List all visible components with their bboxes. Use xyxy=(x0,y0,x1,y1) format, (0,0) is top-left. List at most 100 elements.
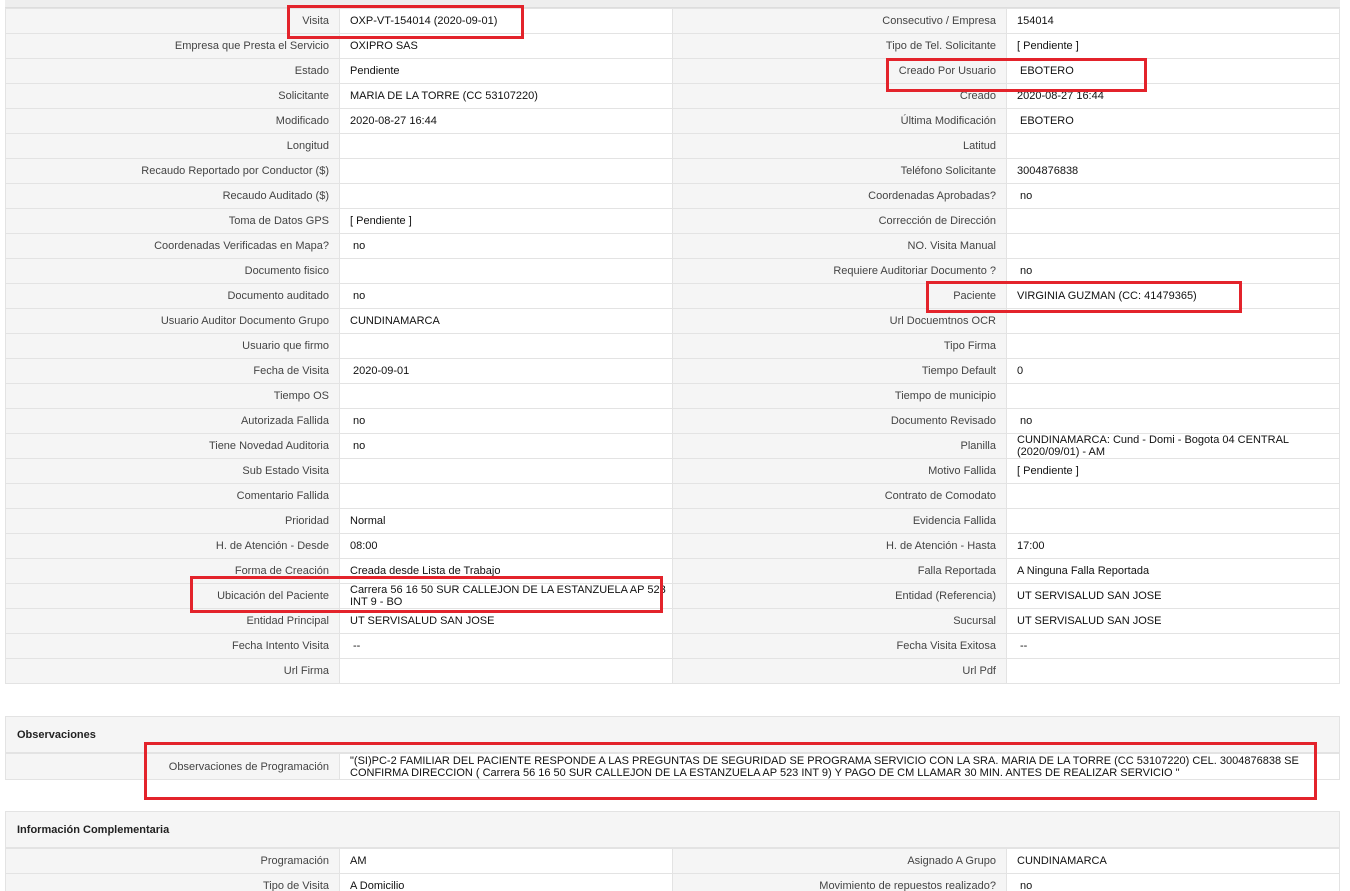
field-label: Sub Estado Visita xyxy=(5,458,340,484)
field-label: Tiempo de municipio xyxy=(672,383,1007,409)
field-label: Motivo Fallida xyxy=(672,458,1007,484)
field-value: Pendiente xyxy=(339,58,673,84)
field-value: 2020-08-27 16:44 xyxy=(339,108,673,134)
field-label: Paciente xyxy=(672,283,1007,309)
field-value: EBOTERO xyxy=(1006,108,1340,134)
field-value: [ Pendiente ] xyxy=(1006,458,1340,484)
field-label: Tipo de Tel. Solicitante xyxy=(672,33,1007,59)
table-row: Fecha de Visita 2020-09-01 Tiempo Default 0 xyxy=(5,358,1340,384)
field-label: Forma de Creación xyxy=(5,558,340,584)
table-row: Autorizada Fallida no Documento Revisado no xyxy=(5,408,1340,434)
field-value: no xyxy=(339,408,673,434)
table-row: Recaudo Reportado por Conductor ($) Teléf… xyxy=(5,158,1340,184)
field-value xyxy=(339,333,673,359)
informacion-complementaria-header: Información Complementaria xyxy=(5,811,1340,848)
field-label: H. de Atención - Hasta xyxy=(672,533,1007,559)
field-value xyxy=(1006,333,1340,359)
field-label: Url Firma xyxy=(5,658,340,684)
field-value: no xyxy=(1006,873,1340,891)
table-row: Comentario Fallida Contrato de Comodato xyxy=(5,483,1340,509)
field-value: A Domicilio xyxy=(339,873,673,891)
table-row: Url Firma Url Pdf xyxy=(5,658,1340,684)
table-row: Recaudo Auditado ($) Coordenadas Aprobada… xyxy=(5,183,1340,209)
field-value xyxy=(339,258,673,284)
field-label: Prioridad xyxy=(5,508,340,534)
table-row: Forma de Creación Creada desde Lista de T… xyxy=(5,558,1340,584)
field-label: Última Modificación xyxy=(672,108,1007,134)
field-value: no xyxy=(1006,258,1340,284)
field-label: Solicitante xyxy=(5,83,340,109)
field-label: Creado Por Usuario xyxy=(672,58,1007,84)
field-value xyxy=(339,658,673,684)
field-value: [ Pendiente ] xyxy=(339,208,673,234)
field-value: -- xyxy=(1006,633,1340,659)
field-label: Estado xyxy=(5,58,340,84)
field-label: Tiempo Default xyxy=(672,358,1007,384)
field-value xyxy=(1006,133,1340,159)
table-row: Ubicación del Paciente Carrera 56 16 50 S… xyxy=(5,583,1340,609)
field-value: OXP-VT-154014 (2020-09-01) xyxy=(339,8,673,34)
field-label: Fecha de Visita xyxy=(5,358,340,384)
field-value: no xyxy=(339,433,673,459)
table-row: Observaciones de Programación "(SI)PC-2 … xyxy=(5,753,1340,780)
field-label: Ubicación del Paciente xyxy=(5,583,340,609)
field-value: 3004876838 xyxy=(1006,158,1340,184)
field-value xyxy=(1006,308,1340,334)
field-label: Fecha Intento Visita xyxy=(5,633,340,659)
table-row: H. de Atención - Desde 08:00 H. de Atenció… xyxy=(5,533,1340,559)
field-value xyxy=(339,458,673,484)
table-row: Tiene Novedad Auditoria no Planilla CUNDINA… xyxy=(5,433,1340,459)
field-value: CUNDINAMARCA: Cund - Domi - Bogota 04 CE… xyxy=(1006,433,1340,459)
field-label: Documento fisico xyxy=(5,258,340,284)
field-value: CUNDINAMARCA xyxy=(339,308,673,334)
field-value: no xyxy=(1006,183,1340,209)
field-label: Coordenadas Verificadas en Mapa? xyxy=(5,233,340,259)
field-value: Carrera 56 16 50 SUR CALLEJON DE LA ESTA… xyxy=(339,583,673,609)
field-value: 2020-09-01 xyxy=(339,358,673,384)
field-label: Latitud xyxy=(672,133,1007,159)
top-bar xyxy=(5,0,1340,8)
field-value: 08:00 xyxy=(339,533,673,559)
informacion-complementaria-table: Programación AM Asignado A Grupo CUNDINAMAR… xyxy=(5,848,1340,891)
field-value xyxy=(339,483,673,509)
field-label: Tipo Firma xyxy=(672,333,1007,359)
table-row: Fecha Intento Visita -- Fecha Visita Exito… xyxy=(5,633,1340,659)
table-row: Programación AM Asignado A Grupo CUNDINAMAR… xyxy=(5,848,1340,874)
field-label: Falla Reportada xyxy=(672,558,1007,584)
field-label: Toma de Datos GPS xyxy=(5,208,340,234)
table-row: Toma de Datos GPS[ Pendiente ] Corrección… xyxy=(5,208,1340,234)
table-row: Empresa que Presta el Servicio OXIPRO SAS… xyxy=(5,33,1340,59)
field-label: Entidad Principal xyxy=(5,608,340,634)
field-value: 154014 xyxy=(1006,8,1340,34)
table-row: Estado Pendiente Creado Por Usuario EBOTERO xyxy=(5,58,1340,84)
field-value xyxy=(1006,383,1340,409)
field-label: Corrección de Dirección xyxy=(672,208,1007,234)
field-label: Url Docuemtnos OCR xyxy=(672,308,1007,334)
field-label: Recaudo Reportado por Conductor ($) xyxy=(5,158,340,184)
field-label: Movimiento de repuestos realizado? xyxy=(672,873,1007,891)
field-label: Url Pdf xyxy=(672,658,1007,684)
field-label: Evidencia Fallida xyxy=(672,508,1007,534)
field-value: UT SERVISALUD SAN JOSE xyxy=(1006,608,1340,634)
field-value: CUNDINAMARCA xyxy=(1006,848,1340,874)
field-value xyxy=(1006,508,1340,534)
table-row: Documento fisico Requiere Auditoriar Docu… xyxy=(5,258,1340,284)
table-row: Usuario Auditor Documento Grupo CUNDINAMA… xyxy=(5,308,1340,334)
field-label: Requiere Auditoriar Documento ? xyxy=(672,258,1007,284)
field-value xyxy=(339,158,673,184)
table-row: Modificado 2020-08-27 16:44 Última Modific… xyxy=(5,108,1340,134)
field-value xyxy=(1006,208,1340,234)
field-label: Tiene Novedad Auditoria xyxy=(5,433,340,459)
field-label: Entidad (Referencia) xyxy=(672,583,1007,609)
field-value xyxy=(339,383,673,409)
field-value: no xyxy=(339,233,673,259)
field-label: Sucursal xyxy=(672,608,1007,634)
field-value: OXIPRO SAS xyxy=(339,33,673,59)
field-label: Tiempo OS xyxy=(5,383,340,409)
field-label: Asignado A Grupo xyxy=(672,848,1007,874)
field-label: Contrato de Comodato xyxy=(672,483,1007,509)
table-row: Sub Estado Visita Motivo Fallida[ Pendien… xyxy=(5,458,1340,484)
field-label: H. de Atención - Desde xyxy=(5,533,340,559)
field-value: UT SERVISALUD SAN JOSE xyxy=(339,608,673,634)
field-value: Normal xyxy=(339,508,673,534)
